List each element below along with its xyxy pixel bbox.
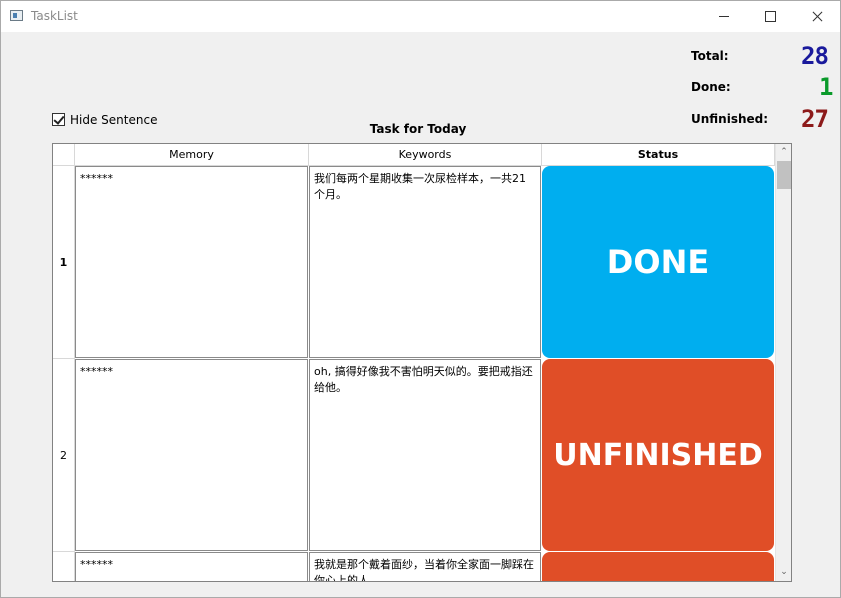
- status-button-unfinished-partial[interactable]: [542, 552, 774, 581]
- memory-cell[interactable]: ******: [75, 552, 308, 581]
- column-header-keywords[interactable]: Keywords: [309, 144, 542, 166]
- scroll-thumb[interactable]: [777, 161, 791, 189]
- close-button[interactable]: [794, 1, 840, 32]
- unfinished-label: Unfinished:: [691, 112, 769, 126]
- done-label: Done:: [691, 80, 731, 94]
- table-corner-button[interactable]: [53, 144, 75, 166]
- keywords-cell[interactable]: 我们每两个星期收集一次尿检样本，一共21个月。: [309, 166, 541, 358]
- app-window-icon: [10, 10, 23, 21]
- total-label: Total:: [691, 49, 729, 63]
- maximize-icon: [765, 11, 776, 22]
- vertical-scrollbar[interactable]: ⌃ ⌄: [775, 144, 791, 581]
- task-table: Memory Keywords Status 1 ****** 我们每两个星期收…: [52, 143, 792, 582]
- row-header-2[interactable]: 2: [53, 359, 75, 552]
- row-header-3[interactable]: [53, 552, 75, 581]
- done-count-display: 1: [819, 73, 833, 101]
- hide-sentence-checkbox[interactable]: [52, 113, 65, 126]
- window-title: TaskList: [31, 9, 78, 23]
- memory-cell[interactable]: ******: [75, 359, 308, 551]
- status-button-unfinished[interactable]: UNFINISHED: [542, 359, 774, 551]
- keywords-cell[interactable]: oh, 搞得好像我不害怕明天似的。要把戒指还给他。: [309, 359, 541, 551]
- tasklist-window: TaskList Total: 28 Done: 1 Unfinished: 2…: [0, 0, 841, 598]
- minimize-icon: [719, 16, 729, 17]
- memory-cell[interactable]: ******: [75, 166, 308, 358]
- column-header-memory[interactable]: Memory: [75, 144, 309, 166]
- maximize-button[interactable]: [747, 1, 793, 32]
- hide-sentence-label[interactable]: Hide Sentence: [70, 113, 157, 127]
- keywords-cell[interactable]: 我就是那个戴着面纱，当着你全家面一脚踩在你心上的人: [309, 552, 541, 581]
- unfinished-count-display: 27: [801, 105, 829, 133]
- status-button-done[interactable]: DONE: [542, 166, 774, 358]
- chevron-up-icon[interactable]: ⌃: [776, 144, 791, 161]
- minimize-button[interactable]: [701, 1, 747, 32]
- row-header-1[interactable]: 1: [53, 166, 75, 359]
- column-header-status[interactable]: Status: [542, 144, 775, 166]
- total-count-display: 28: [801, 42, 829, 70]
- checkmark-icon: [53, 113, 65, 125]
- table-title: Task for Today: [369, 122, 467, 136]
- title-bar: TaskList: [1, 1, 840, 32]
- chevron-down-icon[interactable]: ⌄: [776, 564, 791, 581]
